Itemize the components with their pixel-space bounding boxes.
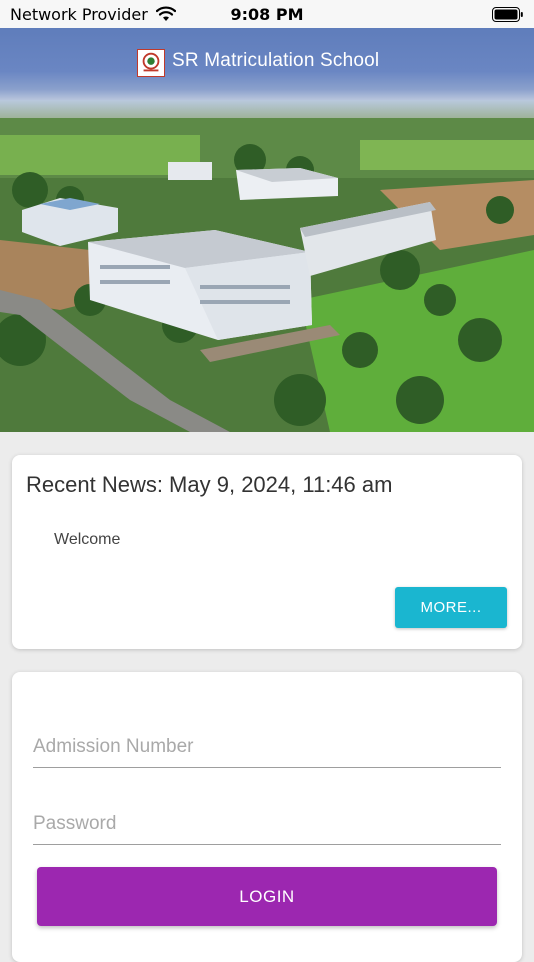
campus-hero-image [0,100,534,432]
news-title: Recent News: May 9, 2024, 11:46 am [26,472,393,497]
status-bar: Network Provider 9:08 PM [0,0,534,28]
battery-icon [492,7,523,22]
more-button[interactable]: MORE... [395,587,507,628]
page-title: SR Matriculation School [172,50,380,71]
aerial-campus-photo [0,100,534,432]
password-input[interactable] [33,804,501,845]
clock-label: 9:08 PM [230,5,304,24]
login-form: LOGIN [12,672,522,962]
school-logo-icon [137,49,165,77]
news-text: Welcome [54,531,121,548]
recent-news-card: Recent News: May 9, 2024, 11:46 am Welco… [12,455,522,649]
admission-number-input[interactable] [33,727,501,768]
login-button[interactable]: LOGIN [37,867,497,926]
